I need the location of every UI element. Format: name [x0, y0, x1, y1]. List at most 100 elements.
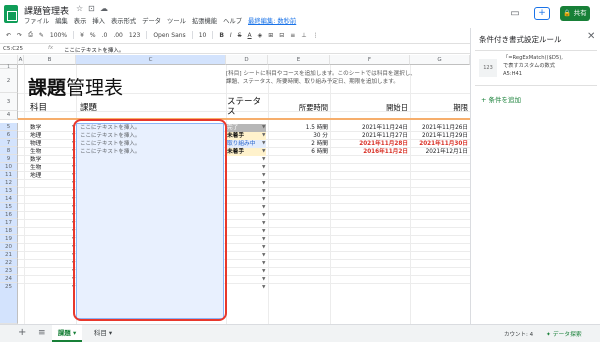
paint-format-icon[interactable]: ✎ — [39, 32, 44, 39]
cell-due[interactable]: 2021年12月1日 — [412, 148, 468, 156]
font-size-select[interactable]: 10 — [199, 32, 207, 39]
valign-icon[interactable]: ⊥ — [301, 32, 306, 39]
cell-start[interactable]: 2021年11月28日 — [332, 140, 408, 148]
dropdown-arrow-icon[interactable]: ▼ — [262, 173, 265, 178]
menu-file[interactable]: ファイル — [24, 16, 49, 26]
cell-subject[interactable]: 生物 — [30, 148, 41, 156]
font-select[interactable]: Open Sans — [153, 32, 185, 39]
bold-button[interactable]: B — [219, 32, 224, 39]
menu-help[interactable]: ヘルプ — [223, 16, 242, 26]
dropdown-arrow-icon[interactable]: ▼ — [262, 149, 265, 154]
cell-duration[interactable]: 2 時間 — [270, 140, 328, 148]
italic-button[interactable]: I — [230, 32, 232, 39]
cell-due[interactable]: 2021年11月26日 — [412, 124, 468, 132]
dropdown-arrow-icon[interactable]: ▼ — [262, 277, 265, 282]
cell-due[interactable]: 2021年11月29日 — [412, 132, 468, 140]
row-header[interactable]: 2 — [0, 69, 18, 93]
share-button[interactable]: 🔒 共有 — [560, 6, 590, 21]
explore-button[interactable]: ✦ データ探索 — [546, 329, 582, 338]
cell-duration[interactable]: 30 分 — [270, 132, 328, 140]
formula-input[interactable]: ここにテキストを挿入。 — [64, 46, 124, 54]
cell-subject[interactable]: 数学 — [30, 156, 41, 164]
cell-start[interactable]: 2021年11月27日 — [332, 132, 408, 140]
cell-duration[interactable]: 1.5 時間 — [270, 124, 328, 132]
increase-decimal-button[interactable]: .00 — [113, 32, 123, 39]
comment-icon[interactable]: ▭ — [508, 7, 522, 20]
dropdown-arrow-icon[interactable]: ▼ — [262, 205, 265, 210]
spreadsheet-grid[interactable]: A B C D E F G 1 2 3 4 5 6 7 8 9 10 11 12… — [0, 55, 470, 324]
row-header[interactable]: 24 — [0, 275, 18, 283]
halign-icon[interactable]: ≡ — [290, 32, 295, 39]
all-sheets-icon[interactable]: ≡ — [38, 328, 46, 338]
add-rule-button[interactable]: + 条件を追加 — [481, 94, 521, 104]
sheets-logo-icon[interactable] — [4, 5, 18, 23]
cell-status[interactable]: 未着手 — [226, 132, 266, 140]
row-header[interactable]: 5 — [0, 123, 18, 131]
selection-count[interactable]: カウント: 4 — [504, 330, 533, 338]
dropdown-arrow-icon[interactable]: ▼ — [262, 141, 265, 146]
row-header[interactable]: 13 — [0, 187, 18, 195]
dropdown-arrow-icon[interactable]: ▼ — [262, 125, 265, 130]
name-box[interactable]: C5:C25 — [3, 46, 23, 52]
column-header-c[interactable]: C — [76, 55, 226, 65]
dropdown-arrow-icon[interactable]: ▼ — [262, 133, 265, 138]
cell-start[interactable]: 2021年11月24日 — [332, 124, 408, 132]
fill-color-icon[interactable]: ◈ — [258, 32, 263, 39]
row-header[interactable]: 20 — [0, 243, 18, 251]
row-header[interactable]: 12 — [0, 179, 18, 187]
dropdown-arrow-icon[interactable]: ▼ — [262, 245, 265, 250]
percent-button[interactable]: % — [90, 32, 96, 39]
column-header-d[interactable]: D — [226, 55, 268, 65]
menu-view[interactable]: 表示 — [74, 16, 87, 26]
menu-insert[interactable]: 挿入 — [92, 16, 105, 26]
dropdown-arrow-icon[interactable]: ▼ — [262, 229, 265, 234]
star-icon[interactable]: ☆ — [76, 4, 83, 13]
row-header[interactable]: 18 — [0, 227, 18, 235]
close-icon[interactable]: ✕ — [587, 31, 595, 42]
dropdown-arrow-icon[interactable]: ▼ — [262, 197, 265, 202]
menu-format[interactable]: 表示形式 — [111, 16, 136, 26]
menu-tools[interactable]: ツール — [167, 16, 186, 26]
row-header[interactable]: 23 — [0, 267, 18, 275]
zoom-select[interactable]: 100% — [50, 32, 67, 39]
row-header[interactable]: 25 — [0, 283, 18, 324]
borders-icon[interactable]: ⊞ — [268, 32, 273, 39]
dropdown-arrow-icon[interactable]: ▼ — [262, 237, 265, 242]
dropdown-arrow-icon[interactable]: ▼ — [262, 165, 265, 170]
undo-icon[interactable]: ↶ — [6, 32, 11, 39]
currency-button[interactable]: ¥ — [80, 32, 84, 39]
row-header[interactable]: 10 — [0, 163, 18, 171]
row-header[interactable]: 17 — [0, 219, 18, 227]
more-icon[interactable]: ⋮ — [313, 32, 319, 39]
cell-status[interactable]: 未着手 — [226, 148, 266, 156]
row-header[interactable]: 14 — [0, 195, 18, 203]
row-header[interactable]: 3 — [0, 93, 18, 111]
strikethrough-button[interactable]: S — [238, 32, 242, 39]
decrease-decimal-button[interactable]: .0 — [102, 32, 108, 39]
dropdown-arrow-icon[interactable]: ▼ — [262, 253, 265, 258]
cell-status[interactable]: 完了 — [226, 124, 266, 132]
row-header[interactable]: 4 — [0, 111, 18, 120]
row-header[interactable]: 22 — [0, 259, 18, 267]
cell-status[interactable]: 取り組み中 — [226, 140, 266, 148]
tab-subjects[interactable]: 科目 ▾ — [88, 325, 118, 342]
dropdown-arrow-icon[interactable]: ▼ — [262, 189, 265, 194]
dropdown-arrow-icon[interactable]: ▼ — [262, 285, 265, 290]
format-rule-card[interactable]: 123 「=RegExMatch(($D5), で表すカスタムの数式 A5:H4… — [475, 50, 597, 86]
dropdown-arrow-icon[interactable]: ▼ — [262, 261, 265, 266]
dropdown-arrow-icon[interactable]: ▼ — [262, 157, 265, 162]
column-header-e[interactable]: E — [268, 55, 330, 65]
row-header[interactable]: 11 — [0, 171, 18, 179]
row-header[interactable]: 7 — [0, 139, 18, 147]
redo-icon[interactable]: ↷ — [17, 32, 22, 39]
cell-subject[interactable]: 生物 — [30, 164, 41, 172]
dropdown-arrow-icon[interactable]: ▼ — [262, 181, 265, 186]
row-header[interactable]: 6 — [0, 131, 18, 139]
row-header[interactable]: 15 — [0, 203, 18, 211]
text-color-button[interactable]: A — [248, 32, 252, 39]
move-icon[interactable]: ⊡ — [88, 4, 95, 13]
cell-due[interactable]: 2021年11月30日 — [412, 140, 468, 148]
dropdown-arrow-icon[interactable]: ▼ — [262, 213, 265, 218]
print-icon[interactable]: ⎙ — [28, 31, 33, 39]
row-header[interactable]: 9 — [0, 155, 18, 163]
